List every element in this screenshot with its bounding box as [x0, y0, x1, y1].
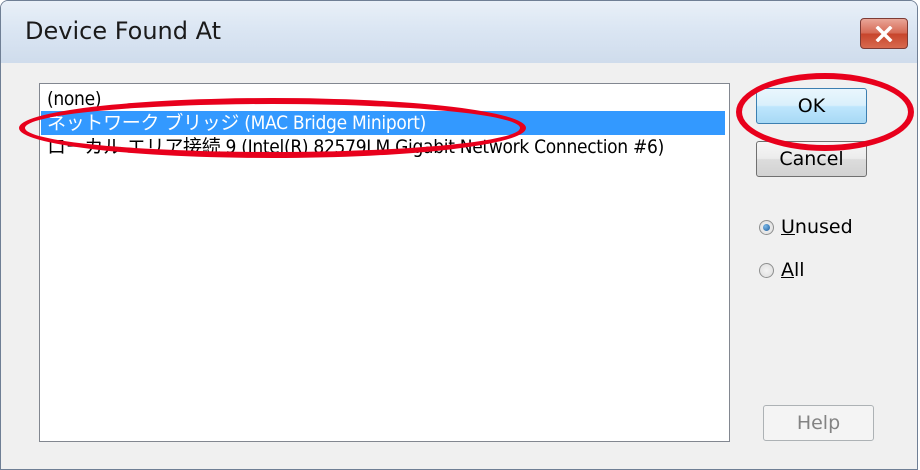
list-item-network-bridge[interactable]: ネットワーク ブリッジ (MAC Bridge Miniport): [41, 111, 725, 135]
close-icon: [875, 25, 893, 42]
cancel-button[interactable]: Cancel: [756, 141, 867, 177]
dialog-body: (none) ネットワーク ブリッジ (MAC Bridge Miniport)…: [9, 63, 911, 469]
close-button[interactable]: [860, 18, 908, 49]
radio-checked-icon: [759, 219, 774, 235]
title-bar: Device Found At: [1, 1, 917, 63]
list-item-none[interactable]: (none): [41, 87, 725, 111]
radio-all[interactable]: All: [759, 259, 805, 281]
radio-all-label: All: [781, 259, 805, 281]
radio-unchecked-icon: [759, 262, 774, 278]
dialog-title: Device Found At: [25, 17, 222, 45]
device-listbox[interactable]: (none) ネットワーク ブリッジ (MAC Bridge Miniport)…: [39, 83, 730, 442]
ok-button[interactable]: OK: [756, 88, 867, 124]
help-button[interactable]: Help: [763, 405, 874, 441]
device-found-dialog: Device Found At (none) ネットワーク ブリッジ (MAC …: [0, 0, 918, 470]
radio-unused[interactable]: Unused: [759, 216, 853, 238]
radio-unused-label: Unused: [781, 216, 853, 238]
list-item-local-area-connection[interactable]: ローカル エリア接続 9 (Intel(R) 82579LM Gigabit N…: [41, 135, 725, 159]
